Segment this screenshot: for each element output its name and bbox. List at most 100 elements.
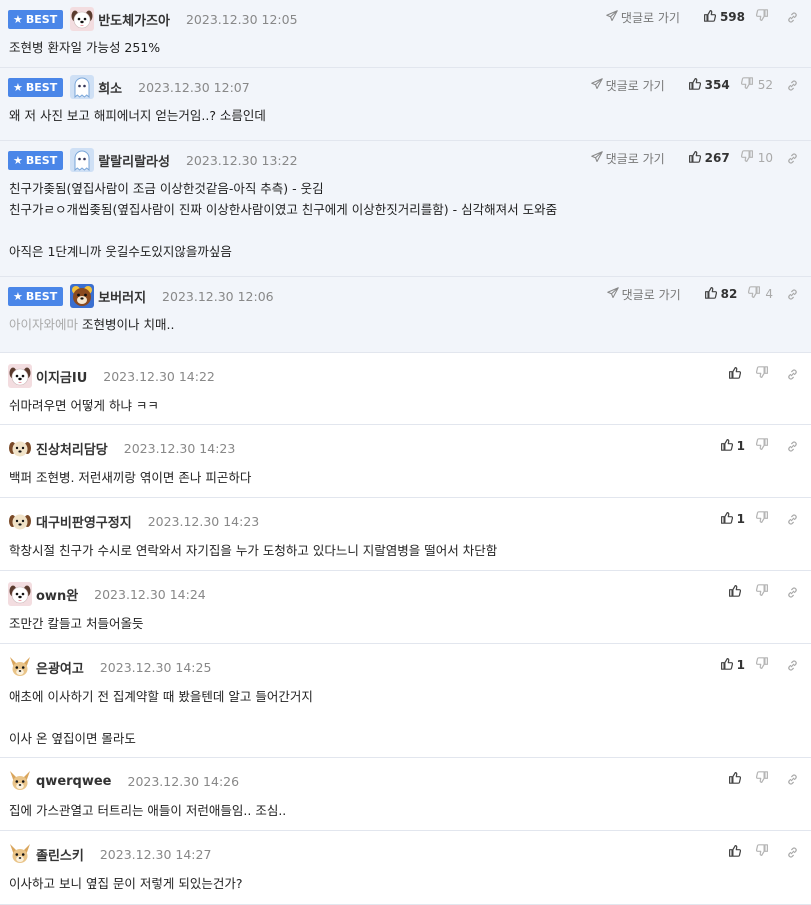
comment-actions xyxy=(717,583,799,601)
comment-actions: 댓글로 가기 598 xyxy=(606,8,799,26)
ghost-icon[interactable] xyxy=(70,75,95,99)
link-icon[interactable] xyxy=(786,773,799,786)
nickname[interactable]: qwerqwee xyxy=(36,774,112,789)
best-badge-label: BEST xyxy=(25,80,58,94)
comment-header: 이지금IU 2023.12.30 14:22 xyxy=(8,364,215,388)
downvote-button[interactable] xyxy=(755,438,773,454)
dog-face-icon[interactable] xyxy=(8,582,32,606)
comment-line: 친구가좆됨(옆집사람이 조금 이상한것같음-아직 추측) - 웃김 xyxy=(9,181,324,196)
link-icon[interactable] xyxy=(786,513,799,526)
bear-face-icon[interactable] xyxy=(70,284,95,308)
thumbs-up-icon xyxy=(728,584,745,600)
goto-comment-link[interactable]: 댓글로 가기 xyxy=(590,150,665,167)
upvote-button[interactable]: 354 xyxy=(688,77,730,93)
chihuahua-icon[interactable] xyxy=(8,655,32,679)
downvote-button[interactable]: 4 xyxy=(748,286,773,302)
comment-header: 진상처리담당 2023.12.30 14:23 xyxy=(8,436,235,460)
comment-actions: 1 xyxy=(709,437,799,455)
thumbs-down-icon xyxy=(755,771,773,787)
comment-actions: 1 xyxy=(709,510,799,528)
best-badge: ★ BEST xyxy=(8,77,64,97)
link-icon[interactable] xyxy=(786,659,799,672)
best-badge: ★ BEST xyxy=(8,286,64,306)
thumbs-up-icon xyxy=(720,438,737,454)
link-icon[interactable] xyxy=(786,846,799,859)
downvote-button[interactable]: 52 xyxy=(740,77,773,93)
comment-header: 은광여고 2023.12.30 14:25 xyxy=(8,655,211,679)
dog-face-icon[interactable] xyxy=(8,364,32,388)
upvote-button[interactable] xyxy=(728,366,745,382)
nickname[interactable]: 이지금IU xyxy=(36,367,87,386)
nickname[interactable]: 대구비판영구정지 xyxy=(36,512,132,531)
nickname[interactable]: 반도체가즈아 xyxy=(98,10,170,29)
downvote-button[interactable] xyxy=(755,511,773,527)
link-icon[interactable] xyxy=(786,440,799,453)
star-icon: ★ xyxy=(13,80,23,94)
link-icon[interactable] xyxy=(786,11,799,24)
downvote-button[interactable] xyxy=(755,584,773,600)
upvote-button[interactable]: 1 xyxy=(720,511,745,527)
downvote-button[interactable] xyxy=(755,844,773,860)
goto-comment-label: 댓글로 가기 xyxy=(620,10,680,25)
dog-face-icon[interactable] xyxy=(70,7,95,31)
nickname[interactable]: 졸린스키 xyxy=(36,845,84,864)
upvote-button[interactable]: 267 xyxy=(688,150,730,166)
nickname[interactable]: own완 xyxy=(36,585,78,604)
comment-header: 졸린스키 2023.12.30 14:27 xyxy=(8,842,211,866)
nickname[interactable]: 보버러지 xyxy=(98,287,146,306)
comment-body: 이사하고 보니 옆집 문이 저렇게 되있는건가? xyxy=(9,873,799,894)
puppy-icon[interactable] xyxy=(8,436,32,460)
star-icon: ★ xyxy=(13,12,23,26)
best-comment: ★ BEST 반도체가즈아 2023.12.30 12:05 댓글로 가기 598 조현병 … xyxy=(0,0,811,68)
comment-actions xyxy=(717,365,799,383)
star-icon: ★ xyxy=(13,153,23,167)
downvote-button[interactable] xyxy=(755,9,773,25)
comment: 진상처리담당 2023.12.30 14:23 1 백퍼 조현병. 저런새끼랑 엮이면… xyxy=(0,425,811,498)
nickname[interactable]: 진상처리담당 xyxy=(36,439,108,458)
upvote-button[interactable]: 1 xyxy=(720,438,745,454)
comment-actions: 댓글로 가기 267 10 xyxy=(590,149,799,167)
upvote-button[interactable] xyxy=(728,584,745,600)
chihuahua-icon[interactable] xyxy=(8,769,32,793)
thumbs-down-icon xyxy=(755,511,773,527)
reply-target[interactable]: 아이자와에마 xyxy=(9,317,78,332)
goto-comment-link[interactable]: 댓글로 가기 xyxy=(606,286,681,303)
link-icon[interactable] xyxy=(786,152,799,165)
goto-comment-label: 댓글로 가기 xyxy=(605,151,665,166)
nickname[interactable]: 은광여고 xyxy=(36,658,84,677)
nickname[interactable]: 랄랄리랄라성 xyxy=(98,151,170,170)
chihuahua-icon[interactable] xyxy=(8,842,32,866)
ghost-icon[interactable] xyxy=(70,148,95,172)
goto-comment-link[interactable]: 댓글로 가기 xyxy=(590,77,665,94)
send-arrow-icon xyxy=(590,77,606,93)
upvote-button[interactable]: 82 xyxy=(704,286,737,302)
comment-body: 친구가좆됨(옆집사람이 조금 이상한것같음-아직 추측) - 웃김 친구가ㄹㅇ개씹… xyxy=(9,178,799,262)
comment-body: 애초에 이사하기 전 집계약할 때 봤을텐데 알고 들어간거지 이사 온 옆집이면… xyxy=(9,686,799,749)
nickname[interactable]: 희소 xyxy=(98,78,122,97)
upvote-button[interactable]: 1 xyxy=(720,657,745,673)
thumbs-down-icon xyxy=(740,77,758,93)
comment-body: 백퍼 조현병. 저런새끼랑 엮이면 존나 피곤하다 xyxy=(9,467,799,488)
timestamp: 2023.12.30 14:25 xyxy=(99,659,212,675)
upvote-count: 1 xyxy=(736,658,745,672)
thumbs-up-icon xyxy=(728,771,745,787)
comment-line: 쉬마려우면 어떻게 하냐 ㅋㅋ xyxy=(9,398,159,413)
comment-body: 쉬마려우면 어떻게 하냐 ㅋㅋ xyxy=(9,395,799,416)
link-icon[interactable] xyxy=(786,586,799,599)
timestamp: 2023.12.30 14:27 xyxy=(99,846,212,862)
link-icon[interactable] xyxy=(786,288,799,301)
downvote-button[interactable]: 10 xyxy=(740,150,773,166)
thumbs-up-icon xyxy=(720,657,737,673)
downvote-button[interactable] xyxy=(755,366,773,382)
downvote-button[interactable] xyxy=(755,771,773,787)
upvote-button[interactable] xyxy=(728,844,745,860)
upvote-button[interactable]: 598 xyxy=(703,9,745,25)
link-icon[interactable] xyxy=(786,79,799,92)
upvote-button[interactable] xyxy=(728,771,745,787)
downvote-button[interactable] xyxy=(755,657,773,673)
comment-actions: 댓글로 가기 354 52 xyxy=(590,76,799,94)
best-badge-label: BEST xyxy=(25,289,58,303)
goto-comment-link[interactable]: 댓글로 가기 xyxy=(606,9,680,26)
link-icon[interactable] xyxy=(786,368,799,381)
puppy-icon[interactable] xyxy=(8,509,32,533)
